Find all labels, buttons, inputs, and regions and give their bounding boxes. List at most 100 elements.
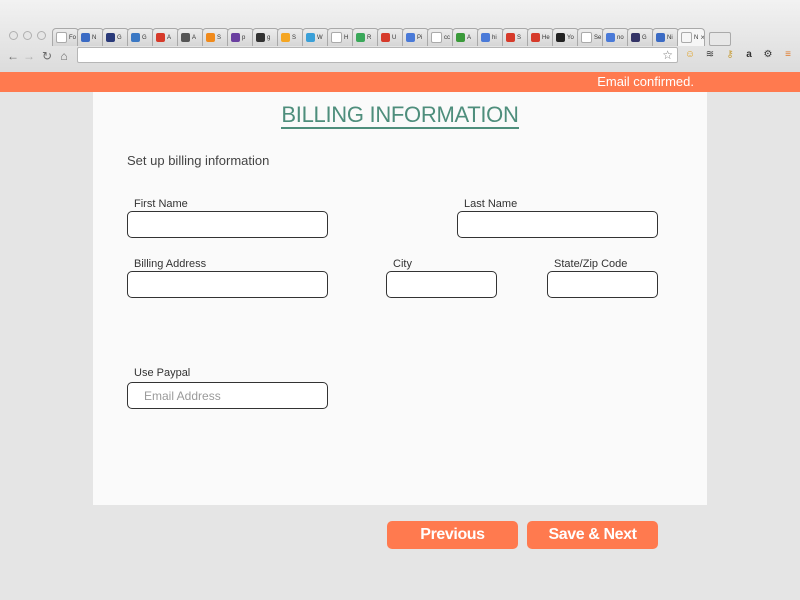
browser-toolbar: ← → ↻ ⌂ ☆ ☺ ≋ ⚷ a ⚙ ≡ [0, 46, 800, 66]
browser-tab-label: R [367, 34, 372, 41]
browser-tab-label: G [142, 34, 147, 41]
browser-tab[interactable]: S [277, 28, 304, 46]
browser-tab[interactable]: He [527, 28, 554, 46]
browser-tab-label: S [517, 34, 522, 41]
browser-tab[interactable]: cc [427, 28, 454, 46]
previous-button[interactable]: Previous [387, 521, 518, 549]
flickr-f-icon [106, 33, 115, 42]
browser-tab-label: G [642, 34, 647, 41]
gear-icon[interactable]: ⚙ [762, 49, 774, 61]
bike-icon [181, 33, 190, 42]
browser-tab[interactable]: W [302, 28, 329, 46]
browser-tab[interactable]: A [452, 28, 479, 46]
browser-tab-label: g [267, 34, 271, 41]
bars-icon [531, 33, 540, 42]
green-box-icon [456, 33, 465, 42]
star-icon[interactable]: ☆ [662, 48, 673, 62]
page-title: BILLING INFORMATION [93, 102, 707, 129]
browser-tab[interactable]: N × [677, 28, 705, 46]
minimize-window-button[interactable] [23, 31, 32, 40]
browser-tab-label: S [292, 34, 297, 41]
browser-tab[interactable]: A [177, 28, 204, 46]
doc-icon [406, 33, 415, 42]
smiley-icon[interactable]: ☺ [684, 49, 696, 61]
dash-icon [506, 33, 515, 42]
peace-icon [231, 33, 240, 42]
browser-tab[interactable]: S [202, 28, 229, 46]
browser-chrome: Fo N G G A A Sp g S W H R U Pi cc Ahi S He Yo Se no G Ni N × ← →… [0, 0, 800, 72]
last-name-input[interactable] [457, 211, 658, 238]
browser-tab[interactable]: Yo [552, 28, 579, 46]
mail-icon [631, 33, 640, 42]
close-window-button[interactable] [9, 31, 18, 40]
save-next-button[interactable]: Save & Next [527, 521, 658, 549]
browser-tab-label: G [117, 34, 122, 41]
browser-tab[interactable]: no [602, 28, 629, 46]
browser-tab-label: N [694, 34, 699, 41]
amazon-icon[interactable]: a [743, 49, 755, 61]
window-controls [9, 31, 46, 40]
last-name-label: Last Name [464, 198, 518, 210]
menu-icon[interactable]: ≡ [782, 49, 794, 61]
browser-tab[interactable]: H [327, 28, 354, 46]
browser-tab[interactable]: S [502, 28, 529, 46]
browser-tab-label: H [344, 34, 349, 41]
a-icon [156, 33, 165, 42]
browser-tab[interactable]: G [127, 28, 154, 46]
browser-tab[interactable]: R [352, 28, 379, 46]
state-zip-input[interactable] [547, 271, 658, 298]
browser-tab-label: no [617, 34, 624, 41]
tab-strip: Fo N G G A A Sp g S W H R U Pi cc Ahi S He Yo Se no G Ni N × [52, 26, 800, 46]
home-icon[interactable]: ⌂ [57, 48, 71, 64]
browser-tab-label: W [317, 34, 323, 41]
browser-tab-label: hi [492, 34, 497, 41]
browser-tab[interactable]: p [227, 28, 254, 46]
city-input[interactable] [386, 271, 497, 298]
new-tab-button[interactable] [709, 32, 731, 46]
close-tab-icon[interactable]: × [700, 33, 704, 42]
browser-tab[interactable]: N [77, 28, 104, 46]
browser-tab-label: S [217, 34, 222, 41]
page-icon [331, 32, 342, 43]
bolt-icon [281, 33, 290, 42]
paypal-email-input[interactable] [127, 382, 328, 409]
browser-tab-label: A [467, 34, 472, 41]
browser-tab-label: Yo [567, 34, 574, 41]
page-title-text: BILLING INFORMATION [281, 102, 519, 129]
billing-address-input[interactable] [127, 271, 328, 298]
browser-tab[interactable]: G [102, 28, 129, 46]
browser-tab[interactable]: Fo [52, 28, 79, 46]
chevrons-icon [81, 33, 90, 42]
blank-icon [581, 32, 592, 43]
browser-tab[interactable]: hi [477, 28, 504, 46]
browser-tab[interactable]: Ni [652, 28, 679, 46]
maximize-window-button[interactable] [37, 31, 46, 40]
browser-tab[interactable]: Se [577, 28, 604, 46]
browser-tab[interactable]: U [377, 28, 404, 46]
first-name-label: First Name [134, 198, 188, 210]
browser-tab[interactable]: Pi [402, 28, 429, 46]
billing-form-card: BILLING INFORMATION Set up billing infor… [93, 92, 707, 505]
reload-icon[interactable]: ↻ [40, 48, 54, 64]
back-arrow-icon[interactable]: ← [6, 48, 20, 64]
first-name-input[interactable] [127, 211, 328, 238]
browser-tab-label: cc [444, 34, 450, 41]
layers-icon[interactable]: ≋ [704, 49, 716, 61]
key-icon[interactable]: ⚷ [724, 49, 736, 61]
forward-arrow-icon[interactable]: → [22, 48, 36, 64]
form-subtitle: Set up billing information [127, 153, 270, 168]
banner-message: Email confirmed. [597, 74, 694, 89]
gc-icon [131, 33, 140, 42]
drive-icon [356, 33, 365, 42]
google-g-icon [481, 33, 490, 42]
browser-tab-label: Pi [417, 34, 423, 41]
city-label: City [393, 258, 412, 270]
browser-tab[interactable]: G [627, 28, 654, 46]
address-bar[interactable]: ☆ [77, 47, 678, 63]
browser-tab[interactable]: A [152, 28, 179, 46]
browser-tab[interactable]: g [252, 28, 279, 46]
paypal-label: Use Paypal [134, 367, 191, 379]
page-icon [56, 32, 67, 43]
browser-tab-label: Se [594, 34, 602, 41]
browser-tab-label: A [192, 34, 197, 41]
